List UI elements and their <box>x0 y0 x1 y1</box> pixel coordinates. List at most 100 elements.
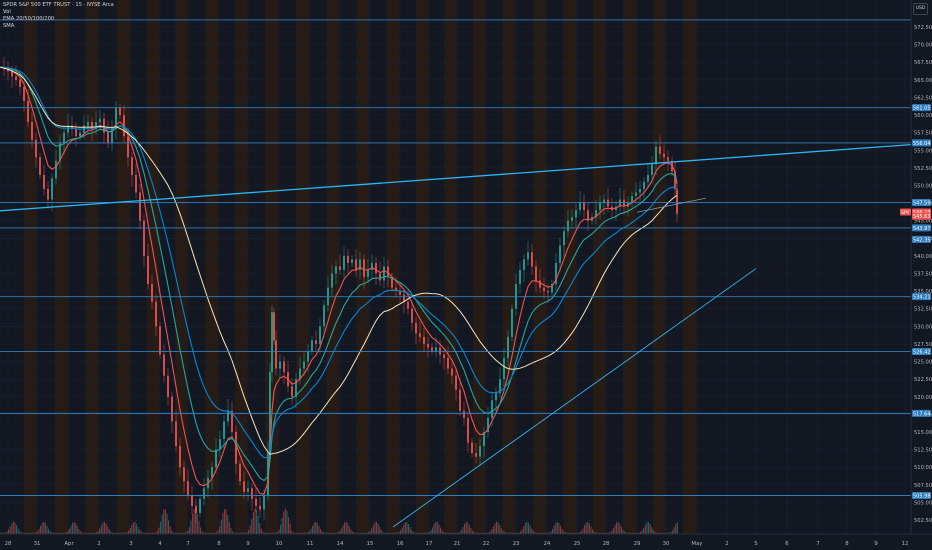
candle-body <box>435 347 437 351</box>
candle-body <box>347 255 349 263</box>
time-tick-label: 30 <box>663 541 670 547</box>
volume-bar <box>134 521 136 534</box>
candle-body <box>175 421 177 447</box>
candle-body <box>511 308 513 337</box>
candle-body <box>583 203 585 211</box>
time-tick-label: 23 <box>513 541 520 547</box>
time-tick-label: 9 <box>246 541 250 547</box>
candle-body <box>191 495 193 506</box>
time-tick-label: 2 <box>97 541 100 547</box>
volume-bar <box>372 524 374 534</box>
volume-bar <box>528 522 530 534</box>
volume-bar <box>433 524 435 534</box>
volume-bar <box>380 529 382 534</box>
candle-body <box>363 259 365 278</box>
volume-bar <box>408 524 410 534</box>
volume-bar <box>44 522 46 534</box>
price-tick-label: 532.50 <box>914 307 932 313</box>
price-tick-label: 552.50 <box>914 166 932 172</box>
volume-bar <box>249 525 251 534</box>
candle-body <box>187 481 189 496</box>
candle-body <box>599 203 601 211</box>
volume-bar <box>131 524 133 534</box>
volume-bar <box>190 520 192 534</box>
level-price-label: 561.05 <box>913 106 931 112</box>
candle-body <box>343 255 345 270</box>
indicator-ema[interactable]: EMA 20/50/100/200 <box>3 16 114 23</box>
volume-bar <box>46 525 48 534</box>
volume-bar <box>340 528 342 534</box>
candle-body <box>291 386 293 397</box>
volume-bar <box>673 527 675 534</box>
volume-bar <box>252 512 254 534</box>
price-tick-label: 562.50 <box>914 95 932 101</box>
volume-bar <box>377 523 379 534</box>
symbol-title[interactable]: SPDR S&P 500 ETF TRUST · 15 · NYSE Arca <box>3 2 114 9</box>
volume-bar <box>592 529 594 534</box>
candle-body <box>659 146 661 154</box>
candle-body <box>31 122 33 140</box>
time-axis-bg <box>0 534 932 550</box>
volume-bar <box>139 529 141 534</box>
volume-bar <box>129 528 131 534</box>
volume-bar <box>196 514 198 534</box>
volume-bar <box>524 523 526 534</box>
volume-bar <box>99 528 101 534</box>
volume-bar <box>318 525 320 534</box>
candle-body <box>147 255 149 285</box>
candle-body <box>491 400 493 418</box>
currency-button[interactable]: USD <box>913 3 928 15</box>
level-price-label: 526.42 <box>913 350 931 356</box>
volume-bar <box>313 522 315 534</box>
volume-bar <box>166 513 168 534</box>
candle-body <box>195 505 197 513</box>
volume-bar <box>136 523 138 534</box>
candle-body <box>139 192 141 221</box>
candle-body <box>371 262 373 270</box>
candle-body <box>351 259 353 263</box>
time-tick-label: 21 <box>454 541 461 547</box>
indicator-sma[interactable]: SMA <box>3 23 114 30</box>
candle-body <box>355 259 357 270</box>
candle-body <box>383 266 385 281</box>
price-chart[interactable]: 572.50 570.00 567.50 565.00 562.50 560.00 557.… <box>0 0 932 550</box>
volume-bar <box>9 526 11 534</box>
candle-body <box>151 284 153 302</box>
volume-bar <box>672 530 674 534</box>
candle-body <box>183 467 185 482</box>
volume-bar <box>468 524 470 534</box>
volume-bar <box>620 526 622 534</box>
volume-bar <box>75 523 77 534</box>
time-tick-label: 25 <box>574 541 581 547</box>
volume-bar <box>219 526 221 534</box>
candle-body <box>35 139 37 158</box>
volume-bar <box>470 527 472 534</box>
volume-bar <box>558 523 560 534</box>
volume-bar <box>376 521 378 534</box>
candle-body <box>107 132 109 144</box>
volume-bar <box>652 530 654 534</box>
candle-body <box>163 354 165 376</box>
candle-body <box>63 132 65 144</box>
candle-body <box>127 136 129 158</box>
price-tick-label: 565.00 <box>914 78 932 84</box>
indicator-volume[interactable]: Vol <box>3 9 114 16</box>
volume-bar <box>132 522 134 534</box>
time-tick-label: 14 <box>337 541 344 547</box>
candle-body <box>131 157 133 175</box>
volume-bar <box>406 522 408 534</box>
time-tick-label: 28 <box>5 541 12 547</box>
price-tick-label: 505.00 <box>914 500 932 506</box>
volume-bar <box>158 527 160 534</box>
volume-bar <box>587 521 589 534</box>
volume-bar <box>48 528 50 534</box>
volume-bar <box>316 523 318 534</box>
candle-body <box>283 361 285 373</box>
level-price-label: 547.59 <box>913 200 931 206</box>
volume-bar <box>161 514 163 534</box>
price-tick-label: 525.00 <box>914 360 932 366</box>
volume-bar <box>531 528 533 534</box>
volume-bar <box>404 522 406 534</box>
volume-bar <box>472 530 474 534</box>
candle-body <box>87 122 89 126</box>
